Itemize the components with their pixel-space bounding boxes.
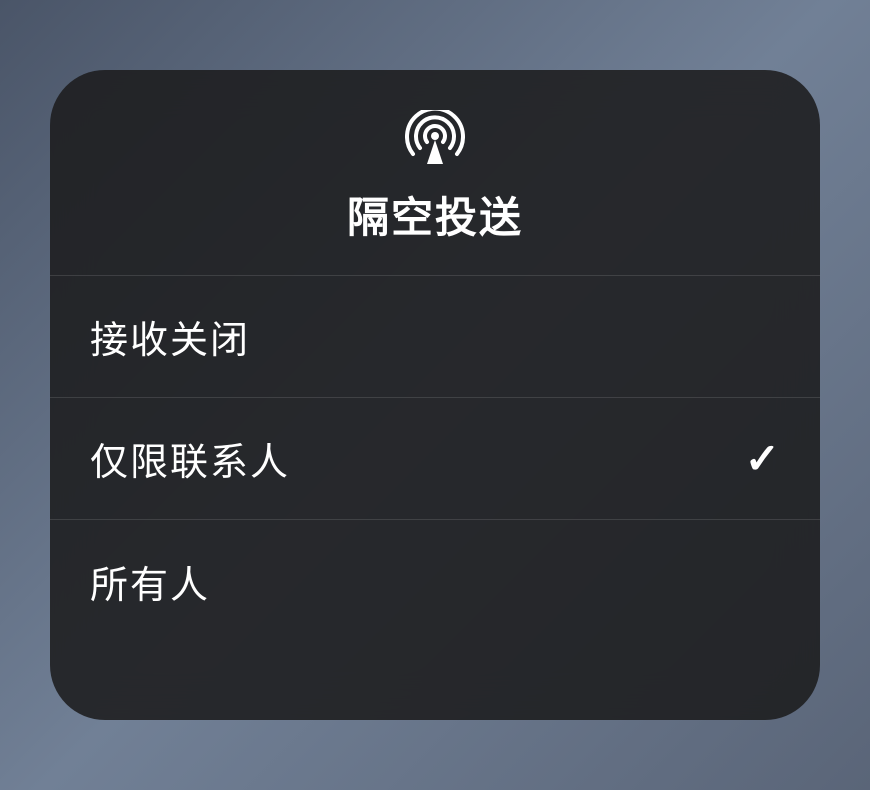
option-receiving-off[interactable]: 接收关闭 ✓ <box>50 276 820 398</box>
checkmark-icon: ✓ <box>745 434 780 483</box>
option-label: 所有人 <box>90 554 210 609</box>
options-list: 接收关闭 ✓ 仅限联系人 ✓ 所有人 ✓ <box>50 276 820 720</box>
option-label: 仅限联系人 <box>90 431 290 486</box>
airdrop-panel: 隔空投送 接收关闭 ✓ 仅限联系人 ✓ 所有人 ✓ <box>50 70 820 720</box>
option-label: 接收关闭 <box>90 309 250 364</box>
panel-title: 隔空投送 <box>347 184 523 245</box>
option-everyone[interactable]: 所有人 ✓ <box>50 520 820 642</box>
option-contacts-only[interactable]: 仅限联系人 ✓ <box>50 398 820 520</box>
panel-header: 隔空投送 <box>50 70 820 276</box>
airdrop-icon <box>405 110 465 166</box>
